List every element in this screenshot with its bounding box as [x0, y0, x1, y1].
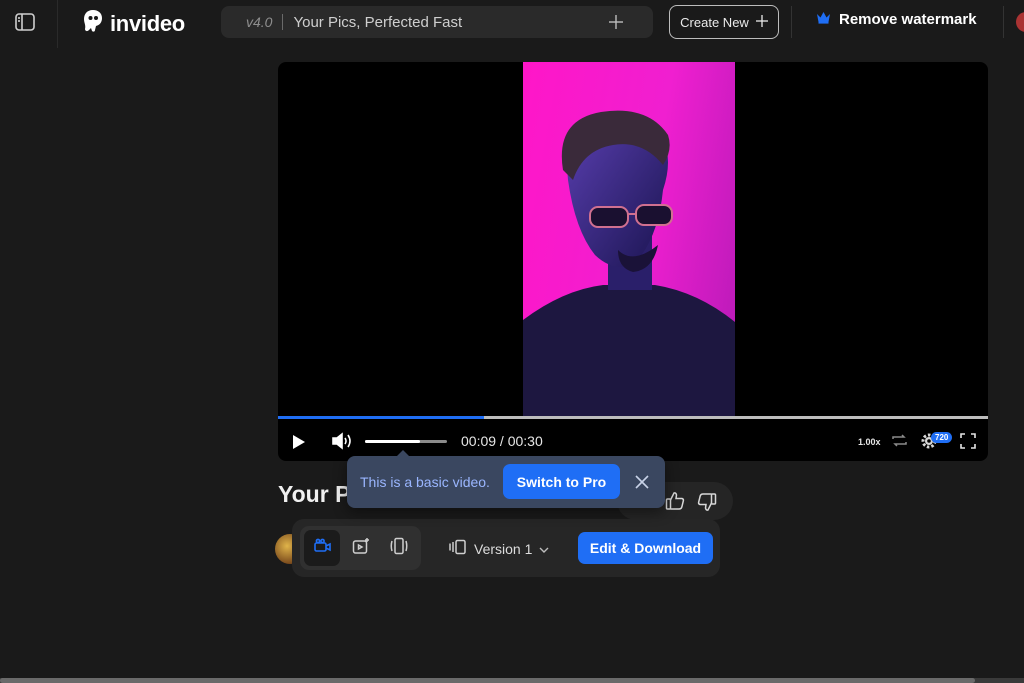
brand-name: invideo [110, 10, 185, 36]
chevron-down-icon [539, 541, 549, 557]
time-separator: / [496, 433, 508, 449]
versions-icon [449, 539, 467, 558]
video-progress-bar[interactable] [278, 416, 988, 419]
remove-watermark-label: Remove watermark [839, 11, 977, 28]
video-camera-icon [312, 538, 332, 559]
crown-icon [816, 11, 831, 28]
thumbs-down-icon[interactable] [697, 492, 717, 517]
fullscreen-icon[interactable] [960, 433, 976, 454]
version-tag: v4.0 [246, 14, 273, 30]
upgrade-tooltip: This is a basic video. Switch to Pro [347, 450, 665, 508]
invideo-logo-icon [82, 9, 104, 38]
close-icon[interactable] [633, 473, 651, 491]
volume-icon[interactable] [331, 432, 353, 455]
tooltip-text: This is a basic video. [360, 474, 490, 490]
version-dropdown[interactable]: Version 1 [449, 539, 549, 558]
video-subject [523, 110, 735, 416]
ai-media-button[interactable] [343, 530, 379, 566]
header-divider [791, 6, 792, 38]
project-title[interactable]: Your Pics, Perfected Fast [293, 14, 462, 31]
playback-speed[interactable]: 1.00x [858, 437, 881, 447]
loop-icon[interactable] [891, 432, 908, 454]
sidebar-divider [57, 0, 58, 48]
top-header: invideo v4.0 Your Pics, Perfected Fast C… [0, 0, 1024, 48]
time-total: 00:30 [507, 433, 543, 449]
time-current: 00:09 [461, 433, 497, 449]
sidebar-toggle-icon[interactable] [14, 11, 36, 33]
video-player[interactable]: 00:09 / 00:30 1.00x 720 [278, 62, 988, 461]
mode-switcher [300, 526, 421, 570]
format-button[interactable] [381, 530, 417, 566]
quality-badge: 720 [931, 432, 953, 443]
app-root: invideo v4.0 Your Pics, Perfected Fast C… [0, 0, 1024, 683]
horizontal-scrollbar[interactable] [0, 678, 1024, 683]
user-avatar[interactable] [1016, 12, 1024, 32]
title-divider [282, 14, 284, 30]
edit-download-button[interactable]: Edit & Download [578, 532, 713, 564]
create-new-label: Create New [680, 14, 749, 30]
volume-slider[interactable] [365, 440, 447, 443]
thumbs-up-icon[interactable] [665, 491, 685, 516]
media-sparkle-icon [352, 537, 370, 560]
version-label: Version 1 [474, 540, 533, 557]
video-frame [523, 62, 735, 416]
remove-watermark-button[interactable]: Remove watermark [816, 11, 977, 28]
scrollbar-thumb[interactable] [0, 678, 975, 683]
project-title-bar[interactable]: v4.0 Your Pics, Perfected Fast [221, 6, 653, 38]
video-progress-fill [278, 416, 484, 419]
play-icon[interactable] [292, 434, 306, 455]
aspect-ratio-icon [389, 537, 409, 560]
create-new-button[interactable]: Create New [669, 5, 779, 39]
brand-logo[interactable]: invideo [82, 9, 185, 38]
volume-slider-fill [365, 440, 420, 443]
header-divider-right [1003, 6, 1004, 38]
video-heading: Your P [278, 481, 351, 507]
video-toolbar: Version 1 Edit & Download [292, 519, 720, 577]
create-plus-icon [755, 14, 768, 30]
camera-mode-button[interactable] [304, 530, 340, 566]
plus-icon[interactable] [607, 13, 625, 31]
switch-to-pro-button[interactable]: Switch to Pro [503, 464, 620, 499]
time-display: 00:09 / 00:30 [461, 433, 543, 449]
